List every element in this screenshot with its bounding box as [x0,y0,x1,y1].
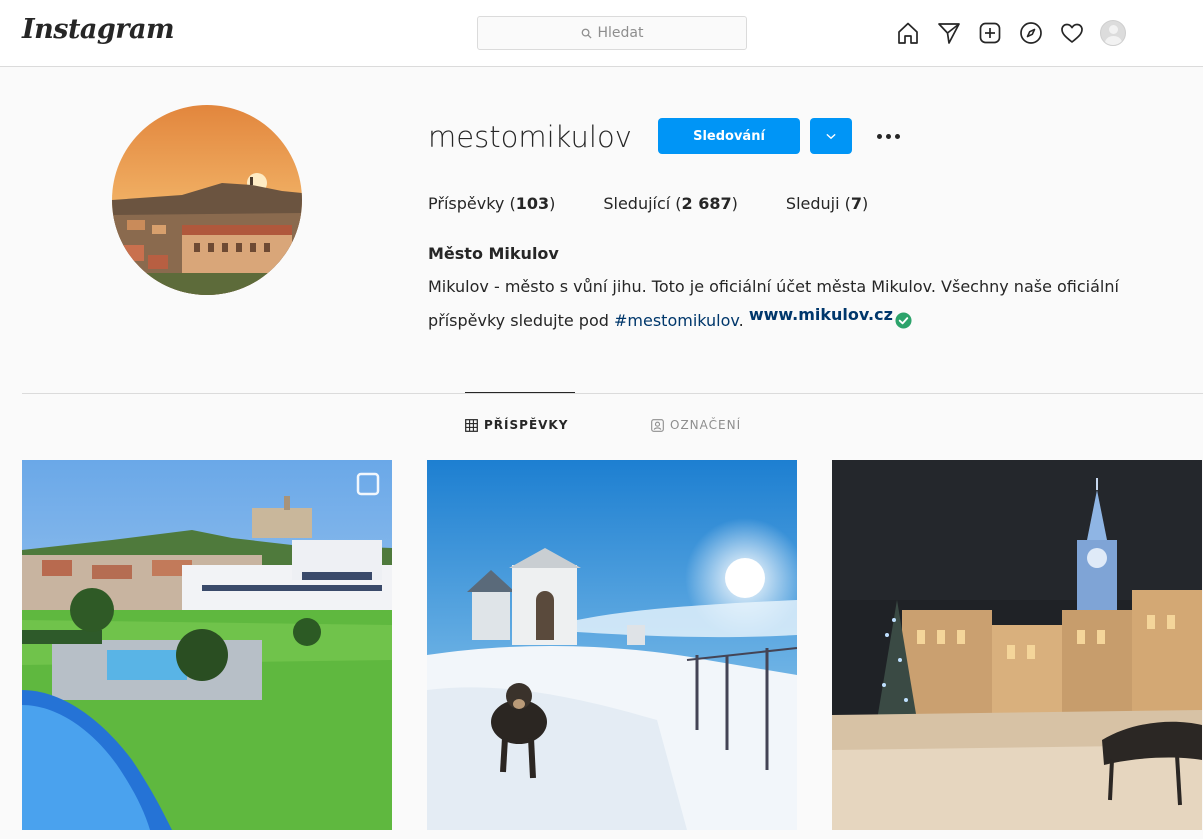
tab-posts-label: PŘÍSPĚVKY [484,418,569,432]
following-button[interactable]: Sledování [658,118,800,154]
profile-username: mestomikulov [428,120,632,154]
profile-full-name: Město Mikulov [428,244,559,263]
search-input[interactable]: Hledat [477,16,747,50]
active-tab-indicator [465,392,575,393]
bio-website-link[interactable]: www.mikulov.cz [749,305,893,324]
grid-icon [465,418,478,432]
chevron-down-icon [826,133,836,139]
post-thumbnail[interactable] [427,460,797,830]
stat-label: Sleduji [785,194,840,213]
nav-icons [895,20,1126,46]
tab-tagged[interactable]: OZNAČENÍ [651,418,741,432]
tab-posts[interactable]: PŘÍSPĚVKY [465,418,568,432]
explore-icon[interactable] [1018,20,1044,46]
stat-followers[interactable]: Sledující (2 687) [603,194,738,213]
profile-picture[interactable] [112,105,302,295]
profile-avatar[interactable] [1100,20,1126,46]
stat-label: Příspěvky [428,194,505,213]
stat-value: 7 [850,194,863,213]
top-navigation-bar: Instagram Hledat [0,0,1203,67]
stat-value: 2 687 [681,194,732,213]
bio-hashtag-link[interactable]: #mestomikulov [614,311,739,330]
instagram-logo[interactable]: Instagram [22,14,175,45]
profile-bio: Mikulov - město s vůní jihu. Toto je ofi… [428,277,1119,330]
more-options-icon[interactable] [870,120,906,152]
home-icon[interactable] [895,20,921,46]
stat-following[interactable]: Sleduji (7) [786,194,868,213]
stat-label: Sledující [603,194,671,213]
suggested-dropdown-button[interactable] [810,118,852,154]
stat-value: 103 [515,194,550,213]
verified-check-icon [895,312,912,329]
stat-posts: Příspěvky (103) [428,194,556,213]
post-thumbnail[interactable] [22,460,392,830]
tabs-divider [22,393,1203,394]
new-post-icon[interactable] [977,20,1003,46]
tagged-user-icon [651,418,664,432]
search-placeholder: Hledat [597,25,644,41]
post-thumbnail[interactable] [832,460,1202,830]
tab-tagged-label: OZNAČENÍ [670,418,742,432]
direct-icon[interactable] [936,20,962,46]
profile-stats: Příspěvky (103) Sledující (2 687) Sleduj… [428,194,916,213]
search-icon [581,28,592,39]
activity-heart-icon[interactable] [1059,20,1085,46]
